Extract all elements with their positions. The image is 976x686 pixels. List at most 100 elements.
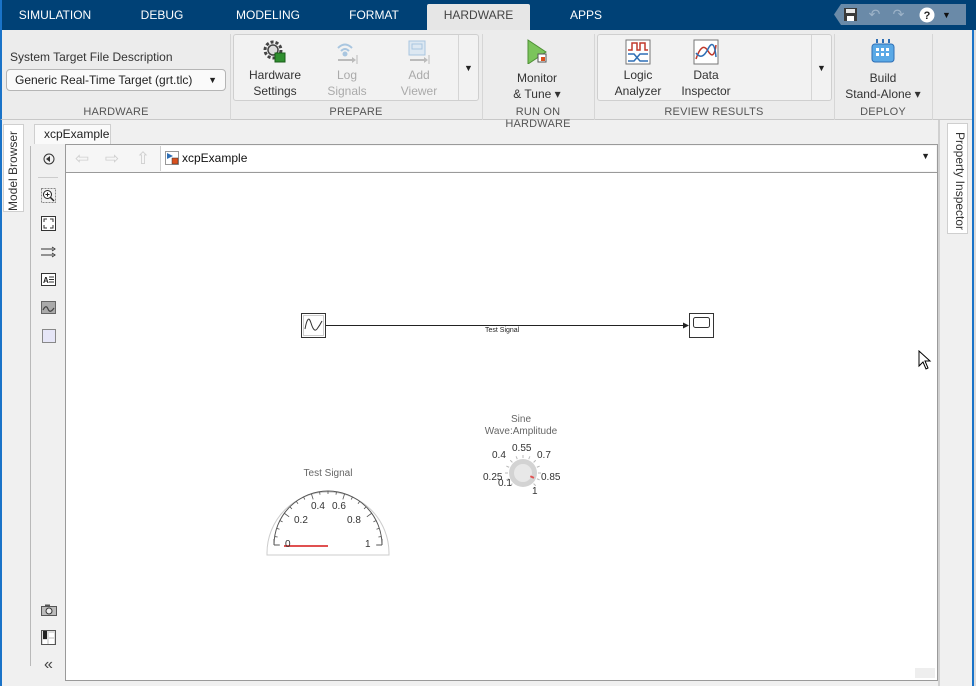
- knob-tick-mark: [528, 456, 531, 460]
- svg-text:?: ?: [923, 10, 930, 22]
- add-viewer-line2: Viewer: [400, 84, 438, 98]
- model-icon: [165, 151, 179, 168]
- hardware-settings-line2: Settings: [253, 84, 297, 98]
- signal-label[interactable]: Test Signal: [485, 327, 519, 334]
- knob-tick: 0.55: [512, 443, 532, 454]
- viewer-icon: [406, 39, 432, 65]
- knob-tick-mark: [509, 459, 513, 463]
- explorer-bar: ⇦ ⇨ ⇧ xcpExample ▼: [65, 144, 938, 173]
- palette-separator: [38, 177, 58, 178]
- knob-tick-mark: [536, 478, 540, 481]
- add-viewer-button[interactable]: Add Viewer: [384, 39, 454, 99]
- signal-routing-icon[interactable]: [40, 244, 57, 259]
- hardware-settings-button[interactable]: Hardware Settings: [240, 39, 310, 99]
- gauge-tick: 0.4: [311, 501, 325, 512]
- model-browser-tab[interactable]: Model Browser: [3, 124, 24, 212]
- review-more-button[interactable]: ▼: [811, 35, 831, 100]
- group-label-hardware: HARDWARE: [83, 106, 149, 118]
- knob-tick-mark: [515, 456, 518, 460]
- ribbon: System Target File Description Generic R…: [0, 30, 976, 146]
- knob-tick: 0.25: [483, 472, 503, 483]
- resize-grip[interactable]: [915, 668, 935, 678]
- knob-tick: 0.4: [492, 450, 506, 461]
- divider: [932, 34, 933, 120]
- scope-block[interactable]: [689, 313, 714, 338]
- build-stand-alone-button[interactable]: Build Stand-Alone ▾: [838, 38, 928, 102]
- property-inspector-label: Property Inspector: [953, 132, 967, 231]
- target-file-dropdown[interactable]: Generic Real-Time Target (grt.tlc) ▼: [6, 69, 226, 91]
- address-dropdown-icon[interactable]: ▼: [921, 151, 930, 161]
- data-inspector-line1: Data: [693, 68, 719, 82]
- gauge-tick: 0.8: [347, 515, 361, 526]
- group-label-run-on-hardware: RUN ON HARDWARE: [505, 106, 571, 130]
- gauge-title: Test Signal: [303, 468, 353, 479]
- monitor-tune-line1: Monitor: [516, 71, 557, 85]
- knob-tick-mark: [506, 465, 510, 468]
- up-arrow-icon[interactable]: ⇧: [132, 149, 154, 169]
- run-icon: [524, 38, 550, 65]
- back-arrow-icon[interactable]: ⇦: [71, 149, 93, 169]
- build-line2: Stand-Alone ▾: [845, 87, 921, 101]
- hide-browser-icon[interactable]: [40, 151, 57, 166]
- gauge-tick: 0: [285, 539, 291, 550]
- model-canvas[interactable]: Test Signal Sine Wave:Amplitude 0.1 0.25…: [65, 173, 938, 681]
- add-viewer-line1: Add: [408, 68, 430, 82]
- prepare-gallery: Hardware Settings Log Signals Add Viewer…: [233, 34, 479, 101]
- tab-hardware[interactable]: HARDWARE: [427, 4, 530, 30]
- knob-tick: 0.85: [541, 472, 561, 483]
- redo-icon[interactable]: ↷: [890, 6, 907, 23]
- logic-analyzer-button[interactable]: Logic Analyzer: [604, 39, 672, 99]
- forward-arrow-icon[interactable]: ⇨: [101, 149, 123, 169]
- sine-wave-block[interactable]: [301, 313, 326, 338]
- quick-access-toolbar: ↶ ↷ ? ▼: [834, 4, 966, 25]
- window-edge-right: [972, 30, 974, 686]
- area-icon[interactable]: [40, 328, 57, 343]
- prepare-more-button[interactable]: ▼: [458, 35, 478, 100]
- collapse-palette-icon[interactable]: «: [40, 656, 57, 673]
- gauge-tick: 1: [365, 539, 371, 550]
- data-inspector-button[interactable]: Data Inspector: [672, 39, 740, 99]
- group-label-review-results: REVIEW RESULTS: [664, 106, 764, 118]
- gauge-tick: 0.2: [294, 515, 308, 526]
- target-file-value: Generic Real-Time Target (grt.tlc): [15, 73, 193, 87]
- property-inspector-tab[interactable]: Property Inspector: [947, 123, 968, 234]
- data-inspector-icon: [693, 39, 719, 65]
- tab-format[interactable]: FORMAT: [342, 4, 406, 30]
- knob-tick-mark: [533, 459, 537, 463]
- gauge-tick: 0.6: [332, 501, 346, 512]
- save-icon[interactable]: [842, 6, 859, 23]
- log-signals-button[interactable]: Log Signals: [312, 39, 382, 99]
- monitor-tune-line2: & Tune ▾: [513, 87, 561, 101]
- property-panel-icon[interactable]: [40, 630, 57, 645]
- window-edge: [0, 120, 2, 686]
- chevron-down-icon: ▼: [208, 75, 217, 85]
- build-line1: Build: [869, 71, 897, 85]
- logic-analyzer-icon: [625, 39, 651, 65]
- address-bar[interactable]: xcpExample ▼: [160, 146, 936, 171]
- knob-tick-mark: [536, 465, 540, 468]
- tab-modeling[interactable]: MODELING: [228, 4, 308, 30]
- knob-title-line1: Sine: [510, 414, 531, 425]
- screenshot-camera-icon[interactable]: [40, 602, 57, 617]
- image-icon[interactable]: [40, 300, 57, 315]
- tab-apps[interactable]: APPS: [562, 4, 610, 30]
- address-path: xcpExample: [182, 151, 248, 165]
- signal-arrowhead: [683, 322, 689, 329]
- model-tab[interactable]: xcpExample: [34, 124, 111, 144]
- svg-text:A: A: [43, 276, 49, 285]
- help-icon[interactable]: ?: [918, 6, 935, 23]
- fit-to-view-icon[interactable]: [40, 216, 57, 231]
- annotation-icon[interactable]: A: [40, 272, 57, 287]
- gear-chip-icon: [262, 39, 288, 65]
- log-signals-line2: Signals: [327, 84, 367, 98]
- zoom-in-icon[interactable]: [40, 188, 57, 203]
- logic-analyzer-line2: Analyzer: [614, 84, 662, 98]
- tab-simulation[interactable]: SIMULATION: [12, 4, 98, 30]
- monitor-tune-button[interactable]: Monitor & Tune ▾: [498, 38, 576, 102]
- wireless-signal-icon: [334, 39, 360, 65]
- help-dropdown-icon[interactable]: ▼: [938, 6, 955, 23]
- undo-icon[interactable]: ↶: [866, 6, 883, 23]
- tab-debug[interactable]: DEBUG: [130, 4, 194, 30]
- knob-tick: 1: [532, 486, 538, 497]
- group-label-prepare: PREPARE: [329, 106, 383, 118]
